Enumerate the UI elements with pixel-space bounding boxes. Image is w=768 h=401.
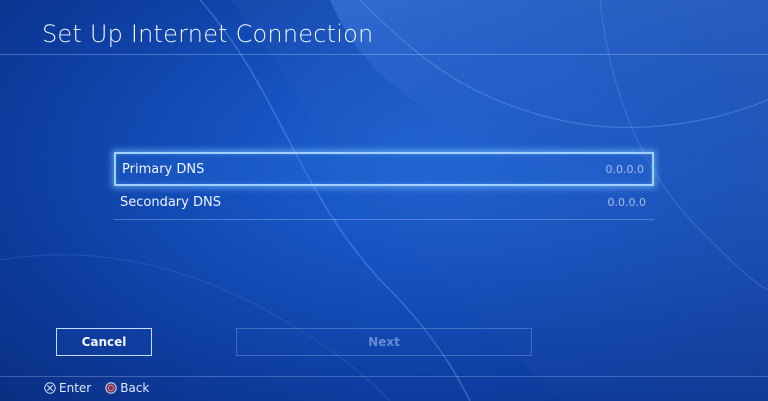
back-hint: Back <box>105 381 149 395</box>
enter-hint: Enter <box>44 381 91 395</box>
enter-hint-label: Enter <box>59 381 92 395</box>
secondary-dns-row[interactable]: Secondary DNS 0.0.0.0 <box>114 186 654 220</box>
primary-dns-value: 0.0.0.0 <box>605 162 644 176</box>
setup-internet-screen: Set Up Internet Connection Primary DNS 0… <box>0 0 768 401</box>
page-title: Set Up Internet Connection <box>42 20 374 48</box>
next-button[interactable]: Next <box>236 328 532 356</box>
dns-settings-list: Primary DNS 0.0.0.0 Secondary DNS 0.0.0.… <box>114 152 654 220</box>
button-hints-bar: Enter Back <box>44 381 163 395</box>
primary-dns-label: Primary DNS <box>122 161 205 177</box>
circle-button-icon <box>105 382 117 394</box>
title-divider <box>0 54 768 55</box>
primary-dns-row[interactable]: Primary DNS 0.0.0.0 <box>114 152 654 186</box>
cross-button-icon <box>44 382 56 394</box>
secondary-dns-value: 0.0.0.0 <box>607 196 646 209</box>
back-hint-label: Back <box>120 381 150 395</box>
footer-divider <box>0 376 768 377</box>
cancel-button[interactable]: Cancel <box>56 328 152 356</box>
secondary-dns-label: Secondary DNS <box>120 195 221 210</box>
